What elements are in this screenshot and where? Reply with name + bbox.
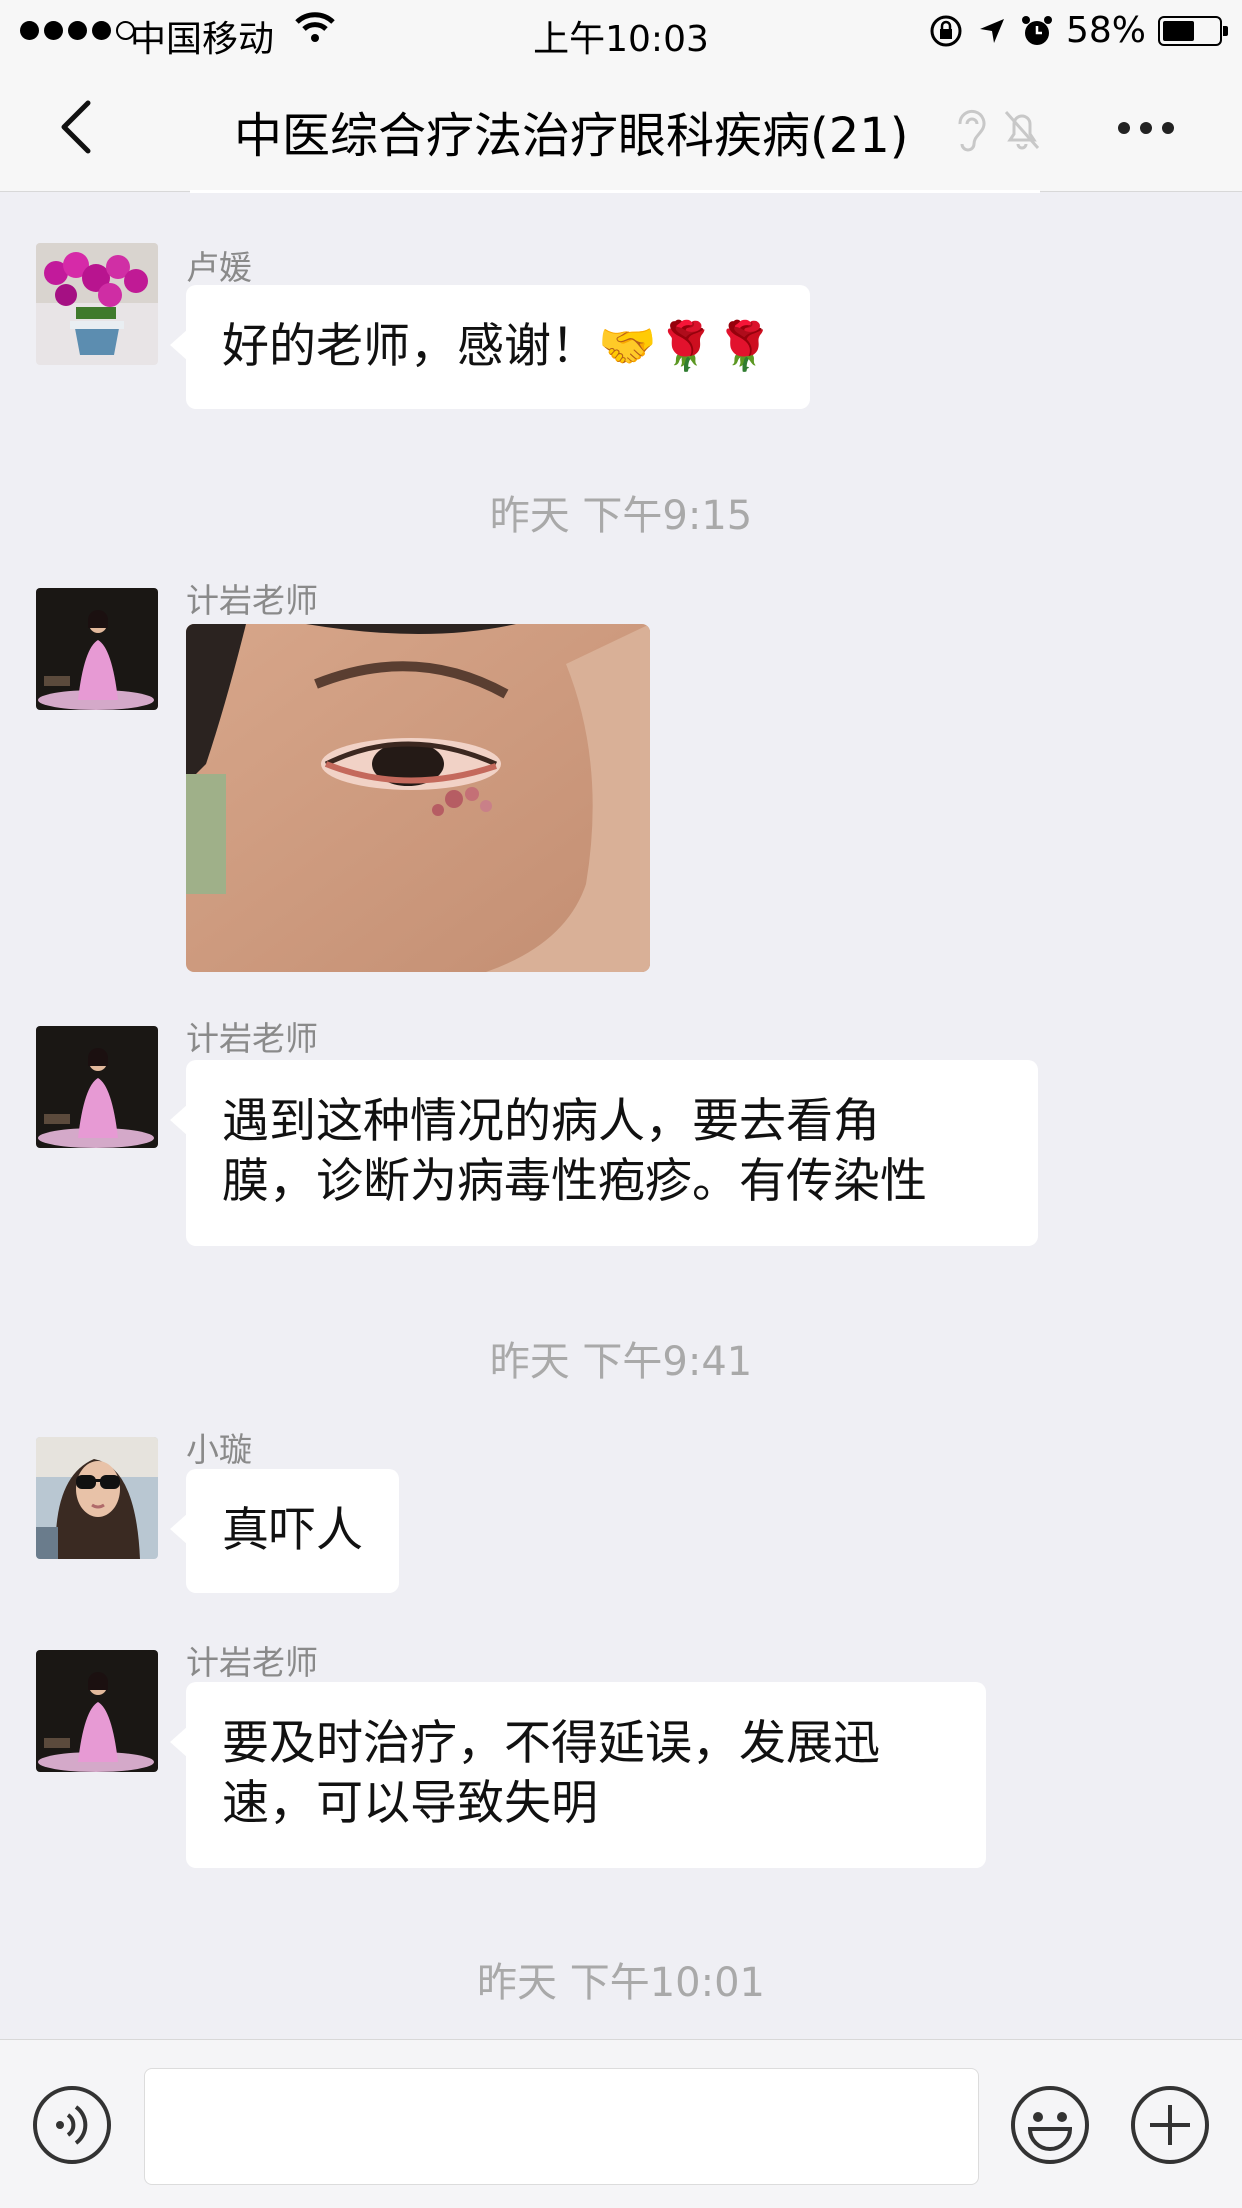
avatar[interactable] xyxy=(36,1437,158,1559)
battery-percent: 58% xyxy=(1065,10,1146,51)
message-bubble[interactable]: 好的老师，感谢！🤝🌹🌹 xyxy=(170,285,810,409)
message-bubble[interactable]: 真吓人 xyxy=(170,1469,399,1593)
earpiece-icon xyxy=(958,109,986,152)
avatar[interactable] xyxy=(36,1026,158,1148)
sender-name: 计岩老师 xyxy=(186,1019,318,1058)
add-plus-icon[interactable] xyxy=(1130,2085,1210,2165)
sender-name: 小璇 xyxy=(186,1430,252,1469)
message-text-line: 要及时治疗，不得延误，发展迅 xyxy=(222,1716,880,1771)
woman-in-pink-dress-photo xyxy=(36,1650,158,1772)
sender-name: 卢媛 xyxy=(186,248,252,287)
message-text: 真吓人 xyxy=(222,1503,363,1558)
chat-title: 中医综合疗法治疗眼科疾病(21) xyxy=(234,108,909,164)
emoji-icon[interactable] xyxy=(1010,2085,1090,2165)
orchid-flowers-photo xyxy=(36,243,158,365)
sender-name: 计岩老师 xyxy=(186,581,318,620)
more-dots-icon[interactable] xyxy=(1118,122,1174,134)
message-bubble[interactable]: 要及时治疗，不得延误，发展迅 速，可以导致失明 xyxy=(170,1682,986,1868)
avatar[interactable] xyxy=(36,1650,158,1772)
voice-input-icon[interactable] xyxy=(32,2085,112,2165)
sender-name: 计岩老师 xyxy=(186,1643,318,1682)
input-bar xyxy=(0,2039,1242,2208)
woman-with-sunglasses-photo xyxy=(36,1437,158,1559)
message-text-line: 遇到这种情况的病人，要去看角 xyxy=(222,1094,880,1149)
woman-in-pink-dress-photo xyxy=(36,1026,158,1148)
back-chevron-icon[interactable] xyxy=(52,97,102,157)
mute-bell-icon xyxy=(1004,111,1040,150)
time-divider: 昨天 下午9:41 xyxy=(489,1339,753,1385)
avatar[interactable] xyxy=(36,588,158,710)
message-input[interactable] xyxy=(144,2068,979,2185)
alarm-icon xyxy=(1021,15,1052,45)
avatar[interactable] xyxy=(36,243,158,365)
message-text-line: 速，可以导致失明 xyxy=(222,1776,598,1831)
message-list[interactable]: 卢媛 好的老师，感谢！🤝🌹🌹 昨天 下午9:15 计岩老师 计岩老师 遇到这种情… xyxy=(0,193,1242,2039)
message-text-line: 膜，诊断为病毒性疱疹。有传染性 xyxy=(222,1154,927,1209)
status-bar: 中国移动 上午10:03 58% xyxy=(0,0,1242,62)
location-arrow-icon xyxy=(979,18,1004,43)
chat-header: 中医综合疗法治疗眼科疾病(21) xyxy=(0,62,1242,193)
battery-icon xyxy=(1158,15,1228,46)
orientation-lock-icon xyxy=(930,15,962,46)
image-message[interactable] xyxy=(186,624,650,972)
message-bubble[interactable]: 遇到这种情况的病人，要去看角 膜，诊断为病毒性疱疹。有传染性 xyxy=(170,1060,1038,1246)
time-divider: 昨天 下午10:01 xyxy=(477,1960,765,2006)
time-divider: 昨天 下午9:15 xyxy=(489,493,753,539)
eye-closeup-photo xyxy=(186,624,650,972)
message-text: 好的老师，感谢！🤝🌹🌹 xyxy=(222,319,774,374)
woman-in-pink-dress-photo xyxy=(36,588,158,710)
